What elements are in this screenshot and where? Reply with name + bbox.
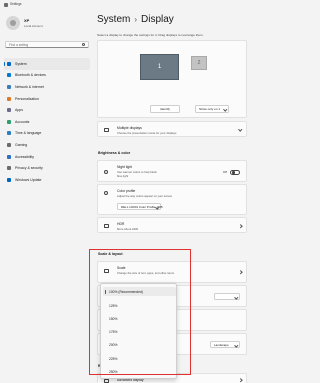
hdr-icon <box>104 224 109 228</box>
person-icon <box>7 119 11 124</box>
color-profile-title: Color profile <box>117 189 136 193</box>
profile-account-type: Local Account <box>24 24 43 28</box>
hdr-link[interactable]: More about HDR <box>117 227 138 231</box>
color-profile-icon <box>104 191 108 195</box>
sidebar-item-windows-update[interactable]: Windows Update <box>4 174 90 186</box>
search-input[interactable]: Find a setting <box>5 41 89 48</box>
monitor-description: Select a display to change the settings … <box>97 33 204 37</box>
show-only-dropdown[interactable]: Show only on 1 <box>195 105 229 113</box>
sidebar-item-label: Privacy & security <box>15 166 43 171</box>
sidebar-item-label: Windows Update <box>15 177 42 182</box>
hdr-title: HDR <box>117 222 125 226</box>
toggle-knob <box>232 171 235 174</box>
orientation-value: Landscape <box>214 343 229 347</box>
chevron-down-icon <box>233 343 238 348</box>
night-light-subtitle-2: blue light <box>117 174 129 178</box>
sidebar-item-privacy-security[interactable]: Privacy & security <box>4 162 90 174</box>
settings-app-icon <box>4 3 8 7</box>
resolution-dropdown[interactable] <box>214 293 240 300</box>
sidebar-item-label: System <box>15 61 27 66</box>
display-arrangement-panel: 1 2 Identify Show only on 1 <box>97 40 247 118</box>
chevron-down-icon <box>233 295 238 300</box>
page-title: Display <box>141 14 174 25</box>
sidebar-item-network-internet[interactable]: Network & internet <box>4 81 90 93</box>
sidebar-item-time-language[interactable]: Time & language <box>4 128 90 140</box>
sidebar-item-label: Personalization <box>15 96 39 101</box>
highlight-annotation <box>89 249 191 375</box>
brightness-section-label: Brightness & color <box>98 151 131 155</box>
breadcrumb: System › Display <box>97 14 174 25</box>
search-icon <box>81 43 85 47</box>
chevron-right-icon <box>237 270 242 275</box>
night-light-title: Night light <box>117 165 133 169</box>
search-placeholder: Find a setting <box>9 43 29 48</box>
multiple-displays-icon <box>104 128 109 132</box>
night-light-toggle[interactable] <box>230 169 240 175</box>
identify-button[interactable]: Identify <box>150 105 180 113</box>
hdr-card[interactable]: HDR More about HDR <box>97 217 247 233</box>
sidebar-item-label: Accounts <box>15 119 30 124</box>
monitor-1[interactable]: 1 <box>140 54 179 80</box>
avatar[interactable] <box>6 16 20 30</box>
sidebar-item-gaming[interactable]: Gaming <box>4 139 90 151</box>
sidebar-item-label: Gaming <box>15 142 28 147</box>
chevron-right-icon <box>237 378 242 383</box>
advanced-display-icon <box>104 379 109 383</box>
sidebar-item-accessibility[interactable]: Accessibility <box>4 151 90 163</box>
color-profile-card: Color profile Adjust the way colors appe… <box>97 184 247 215</box>
sidebar-item-system[interactable]: System <box>4 58 90 70</box>
sidebar-item-personalization[interactable]: Personalization <box>4 93 90 105</box>
monitor-2[interactable]: 2 <box>191 56 207 70</box>
bluetooth-icon <box>7 73 11 78</box>
color-profile-dropdown[interactable]: DELL U2001 Color Profile, D65 <box>117 203 163 210</box>
night-light-card[interactable]: Night light Use warmer colors to help bl… <box>97 160 247 182</box>
chevron-down-icon <box>237 126 242 131</box>
profile-name: XP <box>24 18 30 23</box>
shield-icon <box>7 166 11 171</box>
wifi-icon <box>7 84 11 89</box>
update-icon <box>7 177 11 182</box>
apps-icon <box>7 108 11 113</box>
sidebar-nav: System Bluetooth & devices Network & inter… <box>4 58 90 186</box>
multiple-displays-title: Multiple displays <box>117 126 142 130</box>
color-profile-subtitle: Adjust the way colors appear on your scr… <box>117 194 173 198</box>
sidebar-item-accounts[interactable]: Accounts <box>4 116 90 128</box>
multiple-displays-subtitle: Choose the presentation mode for your di… <box>117 131 177 135</box>
night-light-icon <box>104 170 108 174</box>
sidebar-item-apps[interactable]: Apps <box>4 104 90 116</box>
chevron-right-icon: › <box>134 15 138 24</box>
sidebar-item-label: Time & language <box>15 131 42 136</box>
globe-clock-icon <box>7 131 11 136</box>
orientation-dropdown[interactable]: Landscape <box>210 341 240 348</box>
show-only-value: Show only on 1 <box>199 107 221 111</box>
night-light-state: Off <box>222 170 227 174</box>
sidebar-item-label: Bluetooth & devices <box>15 73 46 78</box>
multiple-displays-card[interactable]: Multiple displays Choose the presentatio… <box>97 121 247 137</box>
window-title: Settings <box>10 2 22 6</box>
sidebar-item-label: Accessibility <box>15 154 35 159</box>
chevron-down-icon <box>222 107 227 112</box>
title-bar: Settings <box>0 0 250 11</box>
system-icon <box>7 61 11 66</box>
brush-icon <box>7 96 11 101</box>
controller-icon <box>7 142 11 147</box>
sidebar-item-label: Apps <box>15 108 23 113</box>
chevron-right-icon <box>237 223 242 228</box>
accessibility-icon <box>7 154 11 159</box>
sidebar-item-bluetooth-devices[interactable]: Bluetooth & devices <box>4 70 90 82</box>
person-icon <box>10 20 16 26</box>
sidebar-item-label: Network & internet <box>15 84 44 89</box>
breadcrumb-system[interactable]: System <box>97 14 130 25</box>
